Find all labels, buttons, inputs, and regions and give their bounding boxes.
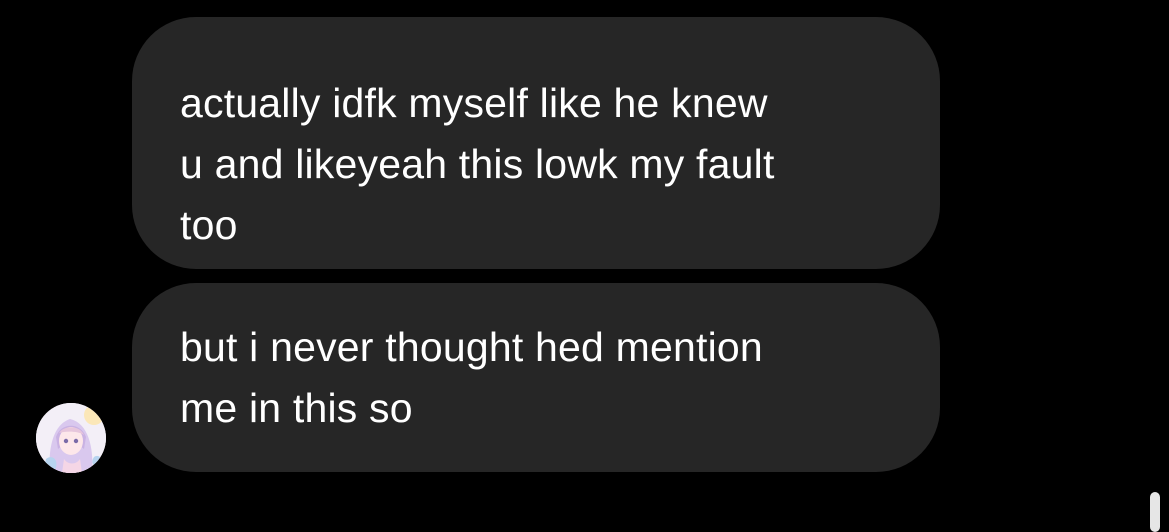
message-text-line: too bbox=[180, 202, 238, 248]
avatar[interactable] bbox=[36, 403, 106, 473]
scroll-indicator[interactable] bbox=[1150, 492, 1160, 532]
message-text-line: but i never thought hed mention bbox=[180, 324, 763, 370]
message-bubble[interactable]: but i never thought hed mention me in th… bbox=[132, 283, 940, 472]
message-bubble[interactable]: actually idfk myself like he knew u and … bbox=[132, 17, 940, 269]
message-text-line: me in this so bbox=[180, 385, 413, 431]
avatar-image-icon bbox=[36, 403, 106, 473]
message-text-line: u and likeyeah this lowk my fault bbox=[180, 141, 775, 187]
message-text-line: actually idfk myself like he knew bbox=[180, 80, 768, 126]
